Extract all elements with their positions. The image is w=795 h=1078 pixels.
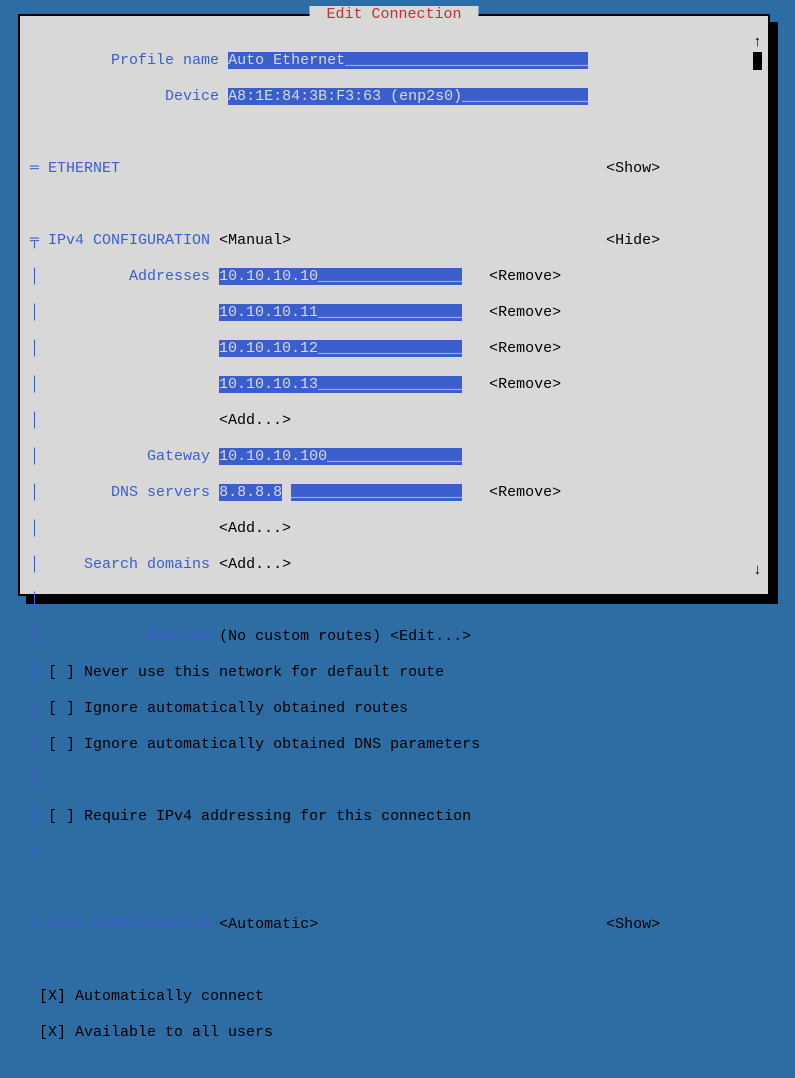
address-input-3[interactable]: 10.10.10.13________________ — [219, 376, 462, 393]
address-remove-0[interactable]: <Remove> — [489, 268, 561, 285]
dns-remove-button[interactable]: <Remove> — [489, 484, 561, 501]
ignore-routes-checkbox[interactable]: [ ] Ignore automatically obtained routes — [48, 700, 408, 717]
tree-ipv4-end: ╘ — [30, 844, 39, 861]
ethernet-show-button[interactable]: <Show> — [606, 160, 660, 177]
never-default-checkbox[interactable]: [ ] Never use this network for default r… — [48, 664, 444, 681]
scrollbar-thumb[interactable] — [753, 52, 762, 70]
profile-name-input[interactable]: Auto Ethernet___________________________ — [228, 52, 588, 69]
gateway-label: Gateway — [147, 448, 210, 465]
address-input-1[interactable]: 10.10.10.11________________ — [219, 304, 462, 321]
ethernet-section-label: ETHERNET — [48, 160, 120, 177]
addresses-label: Addresses — [129, 268, 210, 285]
address-add-button[interactable]: <Add...> — [219, 412, 291, 429]
ipv6-section-label: IPv6 CONFIGURATION — [48, 916, 210, 933]
search-domains-label: Search domains — [84, 556, 210, 573]
require-ipv4-checkbox[interactable]: [ ] Require IPv4 addressing for this con… — [48, 808, 471, 825]
dns-add-button[interactable]: <Add...> — [219, 520, 291, 537]
device-input[interactable]: A8:1E:84:3B:F3:63 (enp2s0)______________ — [228, 88, 588, 105]
address-input-0[interactable]: 10.10.10.10________________ — [219, 268, 462, 285]
tree-ethernet: ═ — [30, 160, 39, 177]
device-label: Device — [165, 88, 219, 105]
routing-label: Routing — [147, 628, 210, 645]
routing-status: (No custom routes) — [219, 628, 381, 645]
scroll-up-arrow[interactable]: ↑ — [753, 34, 762, 52]
tree-ipv6: ═ — [30, 916, 39, 933]
address-remove-1[interactable]: <Remove> — [489, 304, 561, 321]
search-domains-add-button[interactable]: <Add...> — [219, 556, 291, 573]
routing-edit-button[interactable]: <Edit...> — [390, 628, 471, 645]
address-input-2[interactable]: 10.10.10.12________________ — [219, 340, 462, 357]
tree-ipv4-top: ╤ — [30, 232, 39, 249]
edit-connection-window: Edit Connection ↑ ↓ Profile name Auto Et… — [18, 14, 770, 596]
window-title: Edit Connection — [309, 6, 478, 24]
address-remove-2[interactable]: <Remove> — [489, 340, 561, 357]
address-remove-3[interactable]: <Remove> — [489, 376, 561, 393]
dns-input[interactable]: 8.8.8.8 ___________________ — [219, 484, 462, 501]
form-content: Profile name Auto Ethernet______________… — [30, 34, 660, 1078]
ipv4-section-label: IPv4 CONFIGURATION — [48, 232, 210, 249]
profile-name-label: Profile name — [111, 52, 219, 69]
ipv6-show-button[interactable]: <Show> — [606, 916, 660, 933]
ipv4-hide-button[interactable]: <Hide> — [606, 232, 660, 249]
scroll-down-arrow[interactable]: ↓ — [753, 562, 762, 580]
all-users-checkbox[interactable]: [X] Available to all users — [39, 1024, 273, 1041]
ipv6-mode-select[interactable]: <Automatic> — [219, 916, 318, 933]
dns-label: DNS servers — [111, 484, 210, 501]
gateway-input[interactable]: 10.10.10.100_______________ — [219, 448, 462, 465]
ipv4-mode-select[interactable]: <Manual> — [219, 232, 291, 249]
ignore-dns-checkbox[interactable]: [ ] Ignore automatically obtained DNS pa… — [48, 736, 480, 753]
auto-connect-checkbox[interactable]: [X] Automatically connect — [39, 988, 264, 1005]
